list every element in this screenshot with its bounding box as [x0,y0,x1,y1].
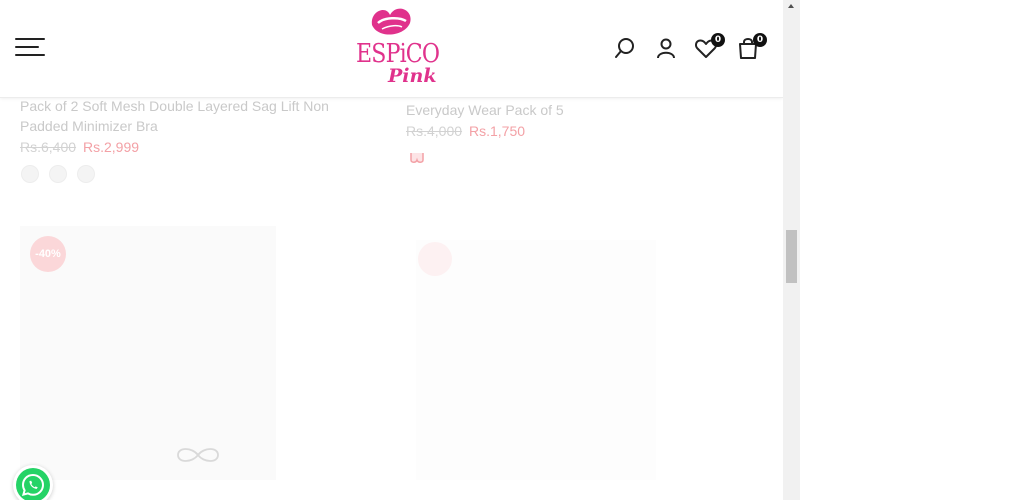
color-swatch[interactable] [77,165,95,183]
product-title-line2[interactable]: Padded Minimizer Bra [20,116,158,136]
site-logo[interactable]: ESPiCO Pink [352,3,440,93]
product-price-new: Rs.2,999 [83,139,140,155]
logo-sub-text: Pink [388,65,437,87]
cart-button[interactable]: 0 [736,33,767,60]
discount-badge [418,242,452,276]
scrollbar-thumb[interactable] [786,230,797,283]
page-viewport: ESPiCO Pink 0 0 Pack of 2 Soft Mesh Doub… [0,0,783,500]
color-swatch[interactable] [49,165,67,183]
search-icon[interactable] [613,36,637,60]
menu-icon[interactable] [15,38,45,58]
site-header: ESPiCO Pink 0 0 [0,0,783,98]
product-title[interactable]: Everyday Wear Pack of 5 [406,100,564,120]
whatsapp-icon [21,473,45,497]
color-swatch[interactable] [21,165,39,183]
user-icon[interactable] [654,36,678,60]
bra-swatch-icon[interactable] [408,150,426,166]
discount-badge: -40% [30,236,66,272]
product-price-old: Rs.6,400 [20,139,77,155]
wishlist-button[interactable]: 0 [694,33,725,60]
page-scrollbar[interactable] [783,0,800,500]
product-price-old: Rs.4,000 [406,123,463,139]
lips-logo-icon [371,8,411,35]
product-image[interactable] [416,240,656,480]
wishlist-count-badge: 0 [711,33,725,47]
loading-infinity-icon [174,444,222,466]
scroll-up-arrow-icon[interactable] [788,4,794,8]
cart-count-badge: 0 [753,33,767,47]
product-title-line1[interactable]: Pack of 2 Soft Mesh Double Layered Sag L… [20,96,329,116]
product-price-new: Rs.1,750 [469,123,526,139]
whatsapp-button[interactable] [13,465,53,500]
